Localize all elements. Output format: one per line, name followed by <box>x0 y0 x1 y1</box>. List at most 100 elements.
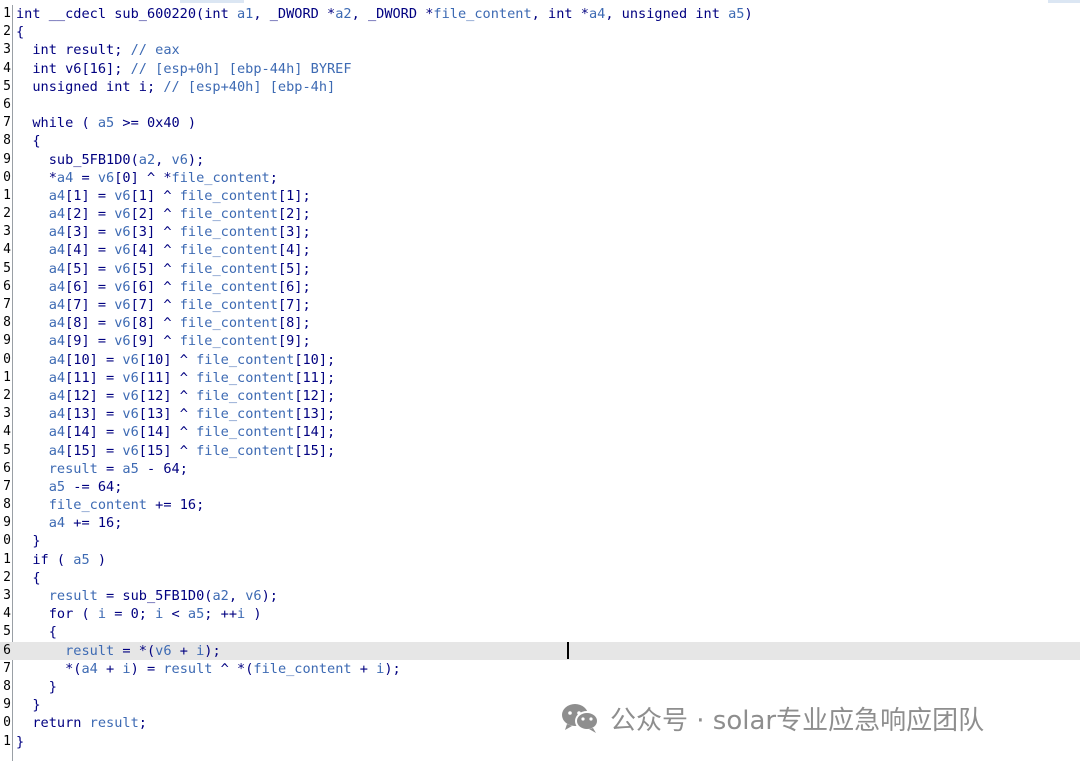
code-token: [2]; <box>277 206 311 223</box>
code-text: a4[12] = v6[12] ^ file_content[12]; <box>16 387 335 405</box>
code-token: int __cdecl sub_600220(int <box>16 6 237 22</box>
code-line[interactable]: 3 a4[13] = v6[13] ^ file_content[13]; <box>0 405 1080 423</box>
code-line[interactable]: 3 result = sub_5FB1D0(a2, v6); <box>0 587 1080 605</box>
code-line[interactable]: 2 a4[12] = v6[12] ^ file_content[12]; <box>0 387 1080 405</box>
code-text: } <box>16 678 57 696</box>
code-token: v6 <box>122 387 139 404</box>
code-token: [3] = <box>65 224 115 241</box>
code-line[interactable]: 2 a4[2] = v6[2] ^ file_content[2]; <box>0 205 1080 223</box>
code-token: ; ++ <box>204 606 238 623</box>
code-line[interactable]: 3 int result; // eax <box>0 41 1080 59</box>
code-line[interactable]: 9 a4 += 16; <box>0 514 1080 532</box>
code-token: file_content <box>48 497 147 514</box>
code-token: [8] ^ <box>130 315 180 332</box>
code-line[interactable]: 2{ <box>0 23 1080 41</box>
code-line[interactable]: 1 if ( a5 ) <box>0 551 1080 569</box>
code-line[interactable]: 4 a4[4] = v6[4] ^ file_content[4]; <box>0 241 1080 259</box>
code-text: a4 += 16; <box>16 514 123 532</box>
line-number: 9 <box>3 333 11 349</box>
code-token: ) = <box>130 660 164 677</box>
code-text: while ( a5 >= 0x40 ) <box>16 114 196 132</box>
code-token: a2 <box>212 588 229 604</box>
line-number: 7 <box>3 297 11 312</box>
code-token: file_content <box>253 660 352 677</box>
code-line[interactable]: 4 a4[14] = v6[14] ^ file_content[14]; <box>0 423 1080 441</box>
code-token: ); <box>261 588 278 604</box>
editor-tab[interactable] <box>1048 0 1080 3</box>
code-line[interactable]: 4 for ( i = 0; i < a5; ++i ) <box>0 605 1080 623</box>
code-line[interactable]: 6 a4[6] = v6[6] ^ file_content[6]; <box>0 278 1080 296</box>
code-line[interactable]: 4 int v6[16]; // [esp+0h] [ebp-44h] BYRE… <box>0 60 1080 78</box>
code-token: [14] ^ <box>138 424 197 441</box>
code-token: ) <box>744 6 753 22</box>
pseudocode-view[interactable]: 1 int __cdecl sub_600220(int a1, _DWORD *… <box>0 5 1080 751</box>
code-line[interactable]: 0 a4[10] = v6[10] ^ file_content[10]; <box>0 351 1080 369</box>
code-line[interactable]: 6 <box>0 96 1080 114</box>
code-token: [5] ^ <box>130 260 180 277</box>
code-text: a4[14] = v6[14] ^ file_content[14]; <box>16 423 335 441</box>
code-line[interactable]: 1 a4[11] = v6[11] ^ file_content[11]; <box>0 369 1080 387</box>
code-line[interactable]: 1 a4[1] = v6[1] ^ file_content[1]; <box>0 187 1080 205</box>
code-token: [2] = <box>65 206 115 223</box>
code-text: *a4 = v6[0] ^ *file_content; <box>16 169 278 187</box>
code-line[interactable]: 5 a4[5] = v6[5] ^ file_content[5]; <box>0 260 1080 278</box>
code-line[interactable]: 8 { <box>0 132 1080 150</box>
code-line[interactable]: 3 a4[3] = v6[3] ^ file_content[3]; <box>0 223 1080 241</box>
code-token: file_content <box>196 387 295 404</box>
code-line[interactable]: 2 { <box>0 569 1080 587</box>
code-token: , int * <box>531 6 589 22</box>
code-token: [8] = <box>65 315 115 332</box>
code-token: = *( <box>114 642 156 659</box>
code-token: file_content <box>179 260 278 277</box>
line-number: 4 <box>3 242 11 258</box>
code-line[interactable]: 1 int __cdecl sub_600220(int a1, _DWORD *… <box>0 5 1080 23</box>
code-line[interactable]: 8 file_content += 16; <box>0 496 1080 514</box>
line-number: 7 <box>3 660 11 676</box>
code-line[interactable]: 0 *a4 = v6[0] ^ *file_content; <box>0 169 1080 187</box>
code-line[interactable]: 8 } <box>0 678 1080 696</box>
code-line[interactable]: 9 a4[9] = v6[9] ^ file_content[9]; <box>0 332 1080 350</box>
code-token: unsigned int i; <box>16 78 164 95</box>
code-line[interactable]: 8 a4[8] = v6[8] ^ file_content[8]; <box>0 314 1080 332</box>
code-token: a4 <box>48 260 66 277</box>
code-token: result <box>48 588 98 604</box>
code-line[interactable]: 7 while ( a5 >= 0x40 ) <box>0 114 1080 132</box>
code-token: v6 <box>171 151 188 168</box>
code-line[interactable]: 6 result = a5 - 64; <box>0 460 1080 478</box>
code-token: a5 <box>97 115 115 132</box>
code-line[interactable]: 5 { <box>0 623 1080 641</box>
code-token: [7] ^ <box>130 297 180 313</box>
line-number: 1 <box>3 6 11 21</box>
line-number: 8 <box>3 678 11 694</box>
code-text: if ( a5 ) <box>16 551 106 569</box>
code-line[interactable]: 9 sub_5FB1D0(a2, v6); <box>0 151 1080 169</box>
code-token: ); <box>187 151 205 168</box>
code-line[interactable]: 5 a4[15] = v6[15] ^ file_content[15]; <box>0 442 1080 460</box>
code-token: a4 <box>56 169 74 186</box>
code-token: v6 <box>245 588 262 604</box>
code-token: file_content <box>196 424 295 441</box>
code-token: [13] ^ <box>138 406 197 423</box>
code-line[interactable]: 5 unsigned int i; // [esp+40h] [ebp-4h] <box>0 78 1080 96</box>
code-line[interactable]: 7 *(a4 + i) = result ^ *(file_content + … <box>0 660 1080 678</box>
editor-tab[interactable] <box>180 0 244 3</box>
code-token: *( <box>16 660 82 677</box>
code-token: // [esp+40h] [ebp-4h] <box>163 78 336 95</box>
code-token: a4 <box>81 660 98 677</box>
code-token: + <box>171 642 197 659</box>
code-line[interactable]: 7 a5 -= 64; <box>0 478 1080 496</box>
code-token: } <box>16 533 41 550</box>
code-line[interactable]: 6 result = *(v6 + i); <box>0 641 1080 660</box>
code-line[interactable]: 7 a4[7] = v6[7] ^ file_content[7]; <box>0 296 1080 314</box>
code-token: [6]; <box>277 278 311 295</box>
code-token: a4 <box>588 6 606 22</box>
code-line[interactable]: 0 } <box>0 532 1080 550</box>
line-number: 2 <box>3 569 11 585</box>
